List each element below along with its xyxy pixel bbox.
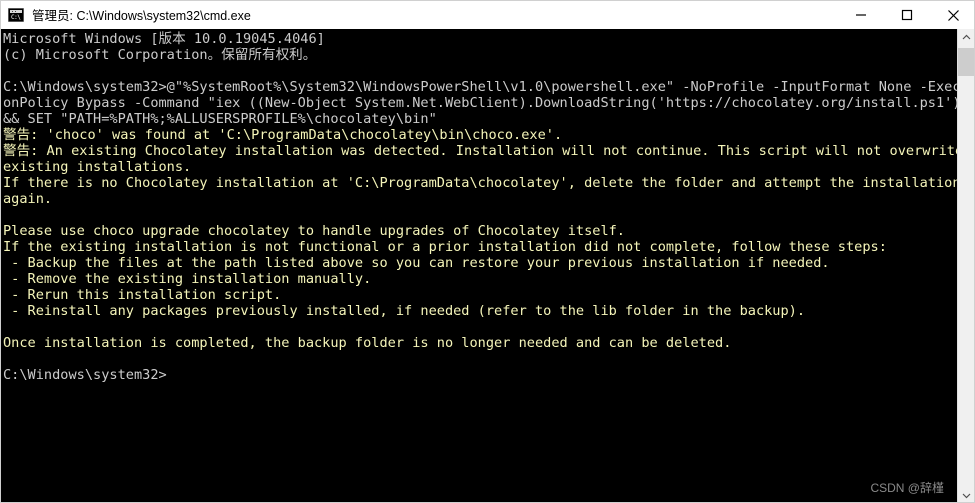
console-line: - Remove the existing installation manua…	[3, 271, 372, 287]
scrollbar-thumb[interactable]	[958, 48, 974, 76]
scroll-up-button[interactable]	[958, 29, 974, 46]
console-line: again.	[3, 191, 53, 207]
console-line: - Reinstall any packages previously inst…	[3, 303, 806, 319]
console-text: Microsoft Windows [版本 10.0.19045.4046] (…	[3, 31, 959, 383]
vertical-scrollbar[interactable]	[957, 29, 974, 502]
window-title: 管理员: C:\Windows\system32\cmd.exe	[32, 9, 251, 23]
cmd-console-icon: C:\	[8, 7, 24, 22]
icon-titlebar-stripe	[10, 9, 22, 13]
console-line: - Rerun this installation script.	[3, 287, 282, 303]
console-line: Please use choco upgrade chocolatey to h…	[3, 223, 625, 239]
maximize-icon	[901, 9, 913, 21]
chevron-up-icon	[962, 34, 971, 40]
close-button[interactable]	[930, 1, 974, 29]
window-controls	[838, 1, 974, 29]
icon-prompt-text: C:\	[11, 13, 21, 21]
console-line: Once installation is completed, the back…	[3, 335, 732, 351]
chevron-down-icon	[962, 493, 971, 499]
console-line: Microsoft Windows [版本 10.0.19045.4046]	[3, 31, 325, 47]
console-line: C:\Windows\system32>	[3, 367, 167, 383]
console-line: - Backup the files at the path listed ab…	[3, 255, 830, 271]
console-line: If there is no Chocolatey installation a…	[3, 175, 959, 191]
console-line: If the existing installation is not func…	[3, 239, 887, 255]
title-bar[interactable]: C:\ 管理员: C:\Windows\system32\cmd.exe	[1, 1, 974, 29]
maximize-button[interactable]	[884, 1, 930, 29]
minimize-icon	[856, 14, 866, 16]
console-line: C:\Windows\system32>@"%SystemRoot%\Syste…	[3, 79, 959, 95]
minimize-button[interactable]	[838, 1, 884, 29]
scroll-down-button[interactable]	[958, 487, 974, 502]
console-line: (c) Microsoft Corporation。保留所有权利。	[3, 47, 317, 63]
console-line: 警告: 'choco' was found at 'C:\ProgramData…	[3, 127, 563, 143]
console-line: onPolicy Bypass -Command "iex ((New-Obje…	[3, 95, 959, 111]
cmd-window: C:\ 管理员: C:\Windows\system32\cmd.exe Mic…	[0, 0, 975, 503]
console-line: && SET "PATH=%PATH%;%ALLUSERSPROFILE%\ch…	[3, 111, 437, 127]
close-icon	[947, 9, 959, 21]
console-output-area[interactable]: Microsoft Windows [版本 10.0.19045.4046] (…	[1, 29, 959, 502]
console-line: existing installations.	[3, 159, 192, 175]
console-line: 警告: An existing Chocolatey installation …	[3, 143, 959, 159]
